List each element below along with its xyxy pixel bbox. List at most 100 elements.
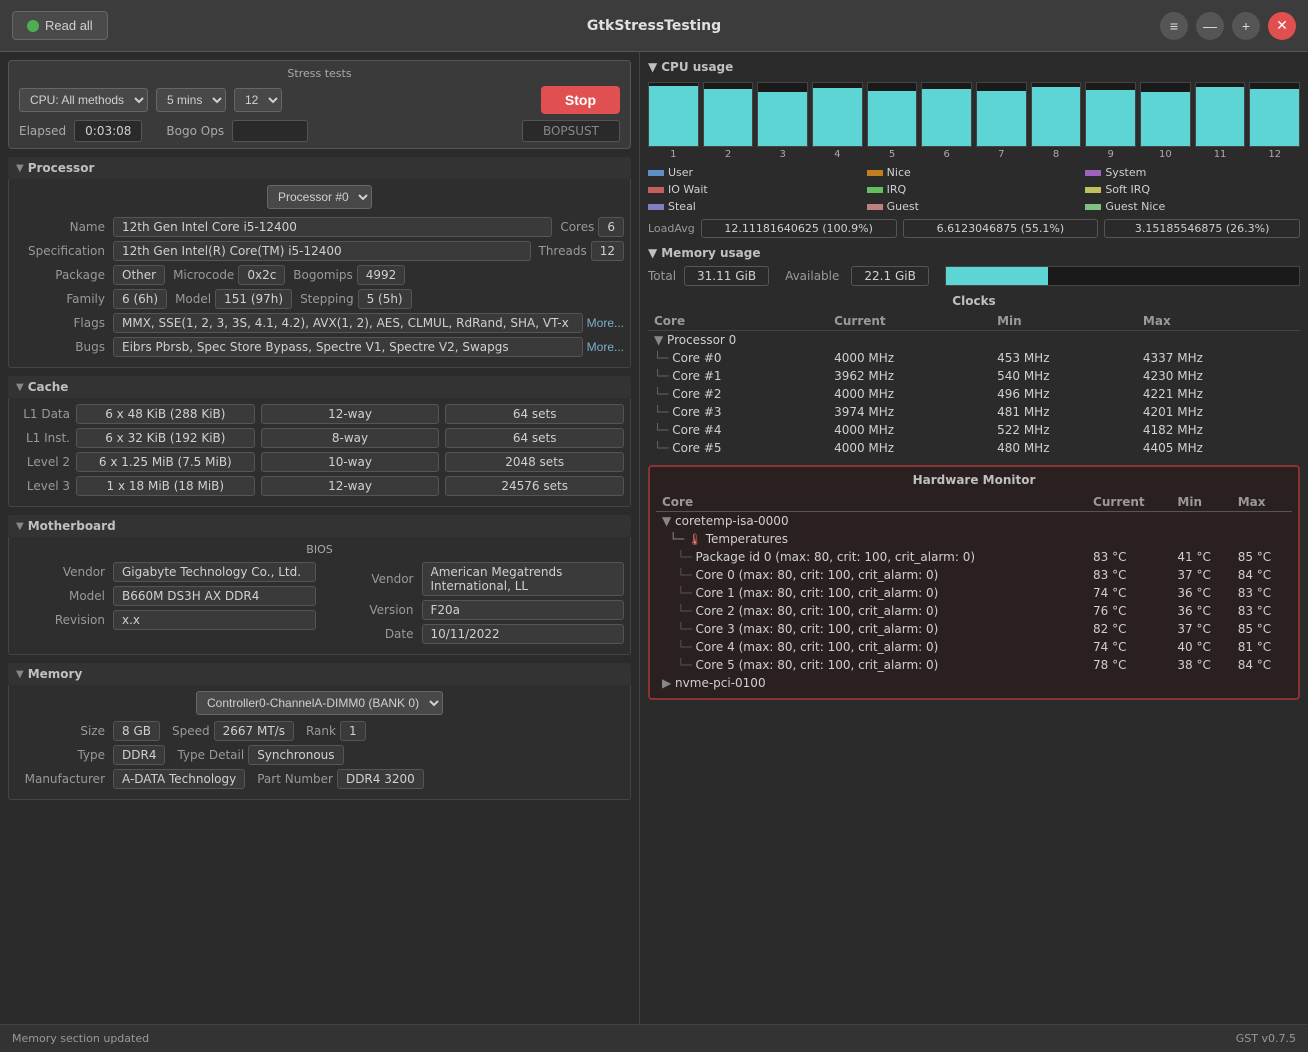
flags-more-button[interactable]: More...	[587, 316, 624, 330]
processor-header[interactable]: ▼ Processor	[8, 157, 631, 179]
spec-row: Specification 12th Gen Intel(R) Core(TM)…	[15, 241, 624, 261]
memory-bar-fill	[946, 267, 1048, 285]
cpu-bar-container	[867, 82, 918, 147]
memory-select[interactable]: Controller0-ChannelA-DIMM0 (BANK 0)	[196, 691, 443, 715]
mb-model-label: Model	[15, 589, 105, 603]
memory-selector: Controller0-ChannelA-DIMM0 (BANK 0)	[15, 691, 624, 715]
mem-type-value: DDR4	[113, 745, 165, 765]
iowait-color	[648, 187, 664, 193]
processor-arrow: ▼	[16, 163, 24, 174]
hw-nvme-row[interactable]: ▶ nvme-pci-0100	[656, 674, 1292, 692]
mem-rank-value: 1	[340, 721, 366, 741]
cpu-method-select[interactable]: CPU: All methods	[19, 88, 148, 112]
flags-label: Flags	[15, 316, 105, 330]
memory-usage-label: Memory usage	[661, 246, 760, 260]
cpu-bar-label: 5	[889, 149, 895, 160]
read-all-button[interactable]: Read all	[12, 11, 108, 40]
hw-sensor-min: 37 °C	[1171, 566, 1231, 584]
motherboard-section: ▼ Motherboard BIOS Vendor Gigabyte Techn…	[8, 515, 631, 655]
memory-usage-row: Total 31.11 GiB Available 22.1 GiB	[648, 266, 1300, 286]
mb-model-value: B660M DS3H AX DDR4	[113, 586, 316, 606]
hw-sensor-max: 83 °C	[1232, 602, 1292, 620]
loadavg-5min: 6.6123046875 (55.1%)	[903, 219, 1099, 238]
hw-sensor-max: 85 °C	[1232, 548, 1292, 566]
available-value: 22.1 GiB	[851, 266, 928, 286]
legend-irq-label: IRQ	[887, 183, 907, 196]
hw-sensor-current: 74 °C	[1087, 584, 1171, 602]
clocks-core-current: 4000 MHz	[828, 385, 991, 403]
cpu-bar-container	[1031, 82, 1082, 147]
hw-sensor-min: 38 °C	[1171, 656, 1231, 674]
hw-sensor-row: └─ Core 5 (max: 80, crit: 100, crit_alar…	[656, 656, 1292, 674]
stress-tests-title: Stress tests	[19, 67, 620, 80]
hw-coretemp-label: ▼ coretemp-isa-0000	[656, 512, 1292, 531]
bogops-value	[232, 120, 308, 142]
maximize-button[interactable]: +	[1232, 12, 1260, 40]
stop-button[interactable]: Stop	[541, 86, 620, 114]
mb-revision-label: Revision	[15, 613, 105, 627]
hardware-monitor: Hardware Monitor Core Current Min Max ▼ …	[648, 465, 1300, 700]
cpu-bar-item: 11	[1195, 82, 1246, 160]
close-button[interactable]: ✕	[1268, 12, 1296, 40]
stepping-value: 5 (5h)	[358, 289, 412, 309]
bogomips-label: Bogomips	[293, 268, 352, 282]
minimize-button[interactable]: —	[1196, 12, 1224, 40]
cpu-bar-label: 6	[944, 149, 950, 160]
workers-select[interactable]: 12	[234, 88, 282, 112]
hw-sensor-min: 36 °C	[1171, 584, 1231, 602]
cpu-bar-label: 1	[670, 149, 676, 160]
hw-sensor-max: 81 °C	[1232, 638, 1292, 656]
bios-date-label: Date	[324, 627, 414, 641]
mem-type-detail-label: Type Detail	[177, 748, 244, 762]
cache-header[interactable]: ▼ Cache	[8, 376, 631, 398]
cpu-bar-item: 1	[648, 82, 699, 160]
processor-select[interactable]: Processor #0	[267, 185, 372, 209]
mem-type-detail-value: Synchronous	[248, 745, 343, 765]
duration-select[interactable]: 5 mins	[156, 88, 226, 112]
status-version: GST v0.7.5	[1236, 1032, 1296, 1045]
cache-row-size: 6 x 32 KiB (192 KiB)	[76, 428, 255, 448]
flags-row: Flags MMX, SSE(1, 2, 3, 3S, 4.1, 4.2), A…	[15, 313, 624, 333]
memory-label: Memory	[28, 667, 83, 681]
processor-section: ▼ Processor Processor #0 Name 12th Gen I…	[8, 157, 631, 368]
clocks-col-min: Min	[991, 312, 1137, 331]
bios-version-label: Version	[324, 603, 414, 617]
cache-row-sets: 2048 sets	[445, 452, 624, 472]
left-panel: Stress tests CPU: All methods 5 mins 12 …	[0, 52, 640, 1024]
cache-row-label: Level 2	[15, 455, 70, 469]
hw-sensor-row: └─ Core 4 (max: 80, crit: 100, crit_alar…	[656, 638, 1292, 656]
total-label: Total	[648, 269, 676, 283]
cache-row: Level 2 6 x 1.25 MiB (7.5 MiB) 10-way 20…	[15, 452, 624, 472]
legend-iowait: IO Wait	[648, 183, 863, 196]
mem-rank-label: Rank	[306, 724, 336, 738]
cpu-bar-fill	[1141, 92, 1190, 146]
legend-softirq-label: Soft IRQ	[1105, 183, 1150, 196]
processor-body: Processor #0 Name 12th Gen Intel Core i5…	[8, 179, 631, 368]
cpu-bars: 123456789101112	[648, 80, 1300, 160]
cpu-bar-container	[1249, 82, 1300, 147]
memory-body: Controller0-ChannelA-DIMM0 (BANK 0) Size…	[8, 685, 631, 800]
app-title: GtkStressTesting	[587, 18, 721, 34]
memory-header[interactable]: ▼ Memory	[8, 663, 631, 685]
legend-guest-label: Guest	[887, 200, 919, 213]
mb-revision-value: x.x	[113, 610, 316, 630]
bugs-more-button[interactable]: More...	[587, 340, 624, 354]
clocks-core-name: └─ Core #3	[648, 403, 828, 421]
clocks-core-max: 4405 MHz	[1137, 439, 1300, 457]
cpu-bar-label: 8	[1053, 149, 1059, 160]
cache-row-assoc: 12-way	[261, 404, 440, 424]
clocks-core-row: └─ Core #5 4000 MHz 480 MHz 4405 MHz	[648, 439, 1300, 457]
cpu-bar-container	[1195, 82, 1246, 147]
clocks-col-current: Current	[828, 312, 991, 331]
hw-sensor-row: └─ Core 2 (max: 80, crit: 100, crit_alar…	[656, 602, 1292, 620]
cpu-bar-fill	[922, 89, 971, 146]
menu-button[interactable]: ≡	[1160, 12, 1188, 40]
cpu-bar-fill	[758, 92, 807, 146]
legend-softirq: Soft IRQ	[1085, 183, 1300, 196]
motherboard-header[interactable]: ▼ Motherboard	[8, 515, 631, 537]
clocks-processor-row: ▼ Processor 0	[648, 331, 1300, 350]
legend-irq: IRQ	[867, 183, 1082, 196]
loadavg-1min: 12.11181640625 (100.9%)	[701, 219, 897, 238]
clocks-core-name: └─ Core #1	[648, 367, 828, 385]
cpu-bar-fill	[1196, 87, 1245, 146]
